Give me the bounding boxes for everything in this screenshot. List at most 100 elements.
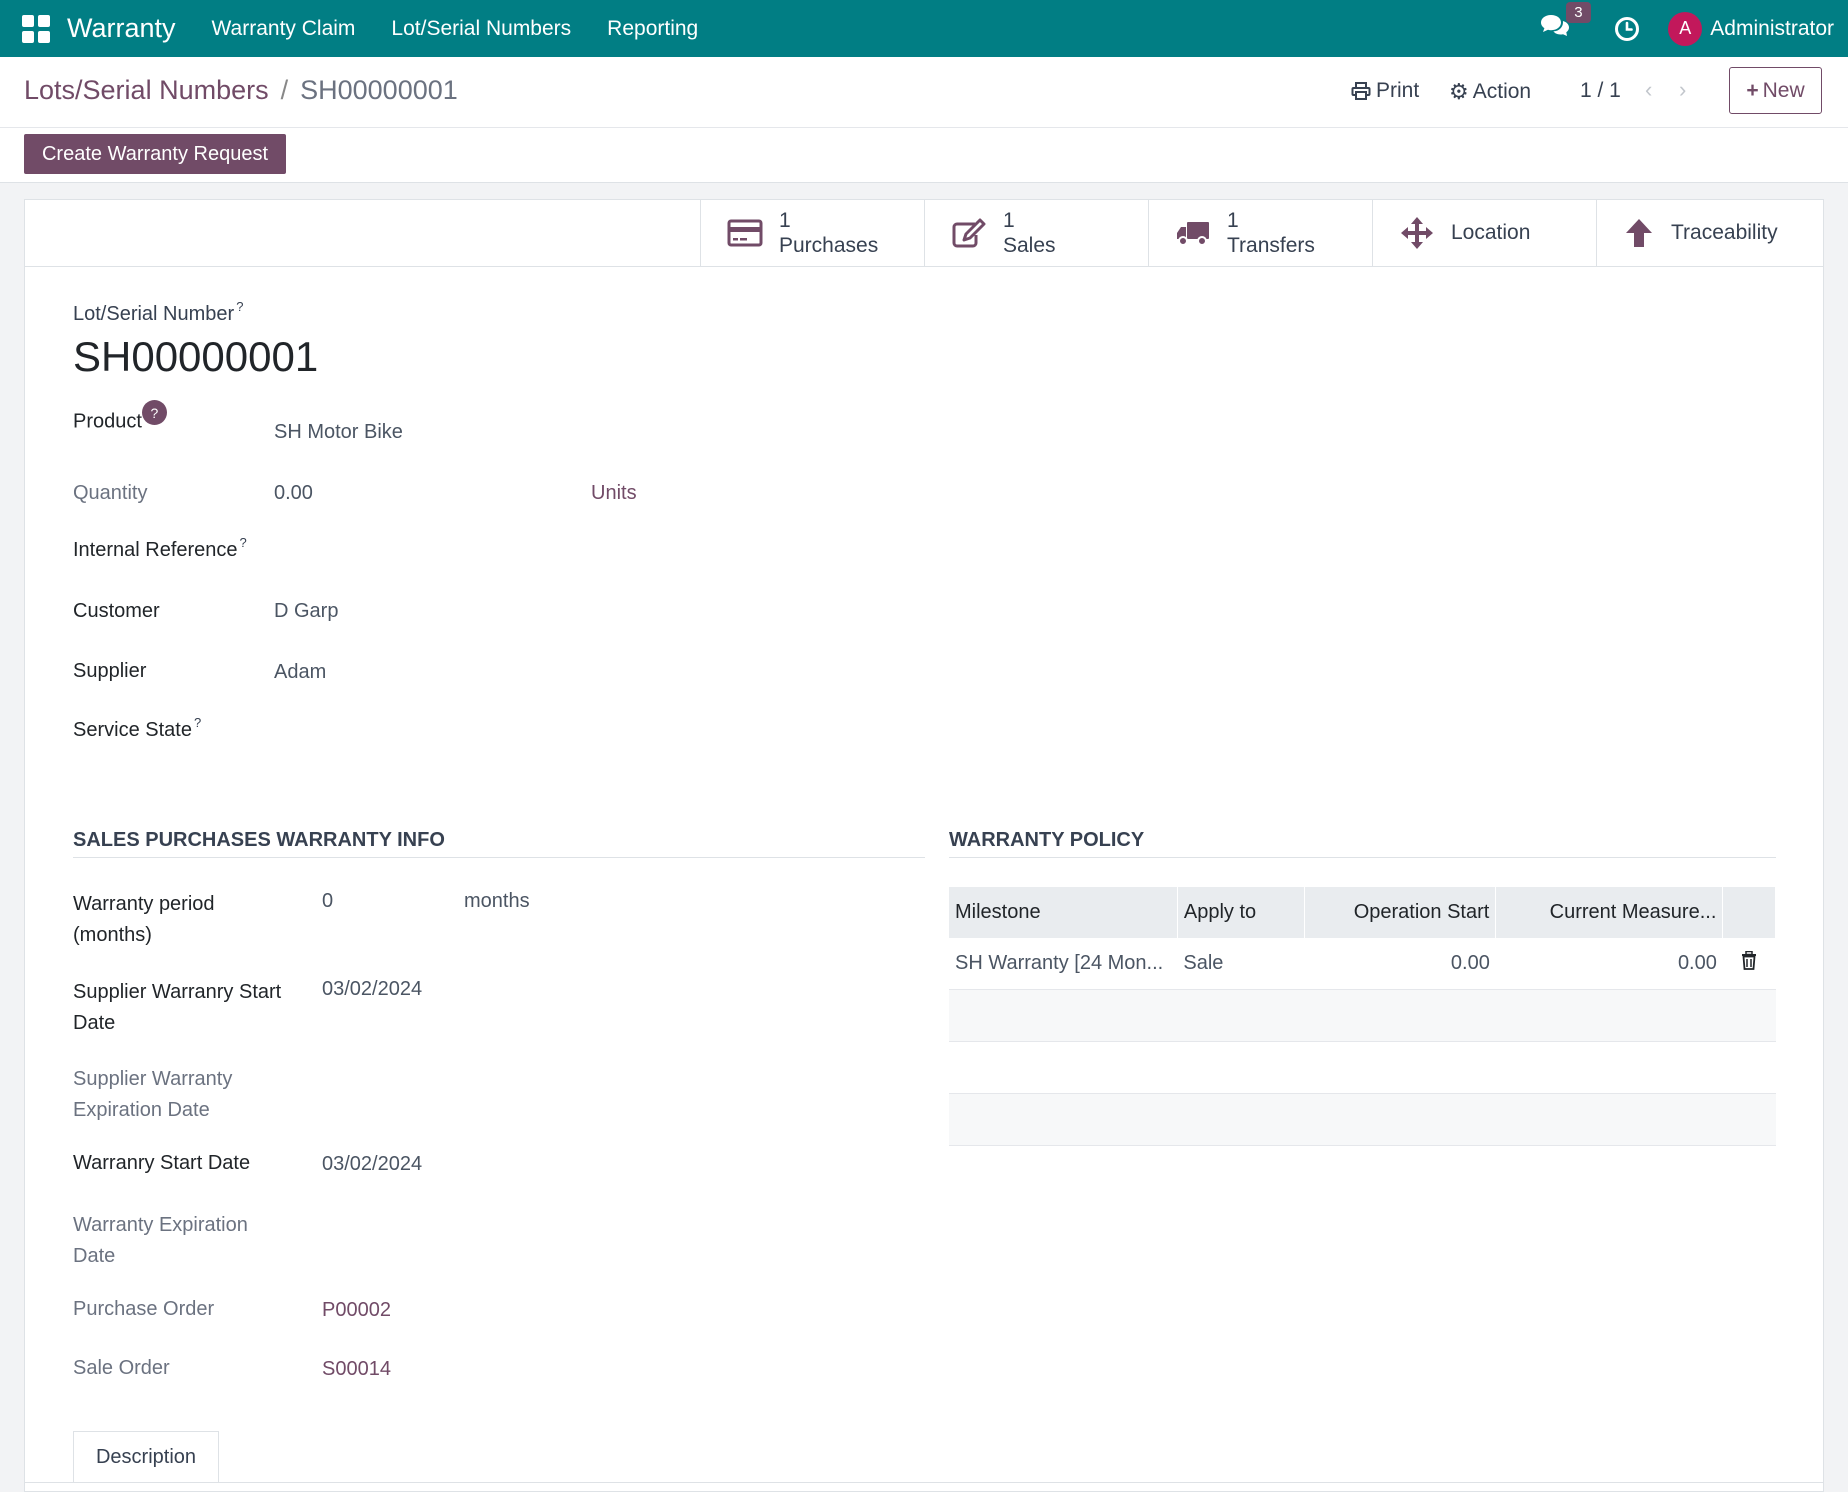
- menu-reporting[interactable]: Reporting: [607, 17, 698, 41]
- sale-order-value[interactable]: S00014: [322, 1358, 391, 1381]
- column-current-measure[interactable]: Current Measure...: [1495, 887, 1724, 938]
- avatar[interactable]: A: [1668, 11, 1703, 46]
- truck-icon: [1177, 222, 1209, 246]
- supplier-warranty-expiration-label: Supplier Warranty Expiration Date: [73, 1068, 233, 1121]
- purchase-order-label: Purchase Order: [73, 1298, 215, 1320]
- supplier-warranty-start-value[interactable]: 03/02/2024: [322, 978, 422, 1001]
- new-label: New: [1762, 78, 1805, 102]
- delete-row-button[interactable]: [1722, 938, 1776, 990]
- warranty-start-value[interactable]: 03/02/2024: [322, 1153, 422, 1176]
- supplier-value[interactable]: Adam: [274, 661, 326, 684]
- app-name[interactable]: Warranty: [67, 13, 176, 44]
- gear-icon: ⚙: [1449, 79, 1469, 104]
- chevron-right-icon[interactable]: ›: [1679, 77, 1686, 103]
- help-tooltip-mark[interactable]: ?: [194, 715, 201, 730]
- table-header-row: Milestone Apply to Operation Start Curre…: [949, 887, 1776, 938]
- printer-icon: [1351, 82, 1371, 100]
- apps-grid-icon[interactable]: [22, 14, 50, 43]
- breadcrumb-current: SH00000001: [300, 75, 458, 105]
- sales-section-title: SALES PURCHASES WARRANTY INFO: [73, 829, 445, 851]
- breadcrumb-separator: /: [280, 75, 289, 105]
- transfers-label: Transfers: [1227, 234, 1315, 257]
- action-button[interactable]: ⚙ Action: [1449, 79, 1531, 105]
- quantity-value: 0.00: [274, 482, 313, 504]
- service-state-label: Service State?: [73, 715, 202, 741]
- form-sheet: 1 Purchases 1 Sales 1 Transfers Location…: [24, 199, 1824, 1492]
- breadcrumb-parent[interactable]: Lots/Serial Numbers: [24, 75, 269, 106]
- milestone-cell[interactable]: SH Warranty [24 Mon...: [949, 938, 1178, 990]
- transfers-smart-button[interactable]: 1 Transfers: [1148, 200, 1372, 266]
- purchases-smart-button[interactable]: 1 Purchases: [700, 200, 924, 266]
- section-divider: [73, 857, 925, 858]
- purchases-label: Purchases: [779, 234, 879, 257]
- traceability-smart-button[interactable]: Traceability: [1596, 200, 1823, 266]
- tab-description[interactable]: Description: [73, 1431, 219, 1483]
- menu-lot-serial-numbers[interactable]: Lot/Serial Numbers: [391, 17, 571, 41]
- lot-serial-label: Lot/Serial Number?: [73, 299, 244, 325]
- trash-icon: [1742, 950, 1757, 970]
- user-name[interactable]: Administrator: [1710, 17, 1834, 41]
- column-apply-to[interactable]: Apply to: [1177, 887, 1305, 938]
- warranty-start-label: Warranry Start Date: [73, 1152, 251, 1174]
- help-tooltip-mark[interactable]: ?: [240, 535, 247, 550]
- tab-divider: [25, 1482, 1823, 1483]
- sale-order-label: Sale Order: [73, 1357, 170, 1379]
- lot-serial-value[interactable]: SH00000001: [73, 333, 318, 381]
- arrows-move-icon: [1401, 217, 1433, 249]
- column-milestone[interactable]: Milestone: [949, 887, 1178, 938]
- edit-icon: [952, 218, 986, 248]
- chevron-left-icon[interactable]: ‹: [1645, 77, 1652, 103]
- operation-start-cell[interactable]: 0.00: [1304, 938, 1496, 990]
- pager-value[interactable]: 1 / 1: [1580, 79, 1621, 103]
- menu-warranty-claim[interactable]: Warranty Claim: [212, 17, 356, 41]
- smart-button-box: 1 Purchases 1 Sales 1 Transfers Location…: [25, 200, 1823, 267]
- quantity-label: Quantity: [73, 482, 148, 504]
- apply-to-cell[interactable]: Sale: [1177, 938, 1305, 990]
- warranty-policy-table: Milestone Apply to Operation Start Curre…: [949, 887, 1776, 1146]
- control-panel: Lots/Serial Numbers / SH00000001 Print ⚙…: [0, 57, 1848, 183]
- section-divider: [949, 857, 1776, 858]
- column-operation-start[interactable]: Operation Start: [1304, 887, 1497, 938]
- message-count-badge: 3: [1566, 1, 1591, 23]
- messages-button[interactable]: 3: [1540, 1, 1591, 46]
- help-icon[interactable]: ?: [141, 400, 167, 425]
- divider: [0, 127, 1848, 128]
- credit-card-icon: [727, 219, 763, 247]
- sales-smart-button[interactable]: 1 Sales: [924, 200, 1148, 266]
- customer-value[interactable]: D Garp: [274, 600, 338, 623]
- supplier-warranty-start-label: Supplier Warranry Start Date: [73, 981, 282, 1034]
- new-button[interactable]: + New: [1729, 67, 1822, 114]
- sales-count: 1: [1003, 209, 1015, 232]
- top-navbar: Warranty Warranty Claim Lot/Serial Numbe…: [0, 0, 1848, 57]
- action-label: Action: [1472, 80, 1532, 103]
- purchase-order-value[interactable]: P00002: [322, 1299, 391, 1322]
- supplier-label: Supplier: [73, 660, 147, 682]
- warranty-period-unit: months: [464, 890, 530, 912]
- warranty-expiration-label: Warranty Expiration Date: [73, 1214, 248, 1267]
- location-smart-button[interactable]: Location: [1372, 200, 1596, 266]
- product-value[interactable]: SH Motor Bike: [274, 421, 403, 444]
- print-button[interactable]: Print: [1351, 79, 1419, 103]
- create-warranty-request-button[interactable]: Create Warranty Request: [24, 134, 286, 174]
- table-row[interactable]: SH Warranty [24 Mon... Sale 0.00 0.00: [949, 938, 1776, 990]
- location-label: Location: [1451, 221, 1531, 244]
- plus-icon: +: [1746, 78, 1759, 102]
- warranty-policy-title: WARRANTY POLICY: [949, 829, 1145, 851]
- breadcrumb: Lots/Serial Numbers / SH00000001: [24, 75, 458, 106]
- empty-row: [949, 1093, 1776, 1146]
- print-label: Print: [1376, 79, 1420, 102]
- column-actions: [1722, 887, 1776, 938]
- traceability-label: Traceability: [1671, 221, 1778, 244]
- transfers-count: 1: [1227, 209, 1239, 232]
- quantity-uom[interactable]: Units: [591, 482, 637, 505]
- empty-row: [949, 989, 1776, 1042]
- customer-label: Customer: [73, 600, 160, 622]
- help-tooltip-mark[interactable]: ?: [236, 299, 243, 314]
- purchases-count: 1: [779, 209, 791, 232]
- sales-label: Sales: [1003, 234, 1056, 257]
- arrow-up-icon: [1626, 219, 1652, 247]
- warranty-period-value[interactable]: 0: [322, 890, 333, 913]
- clock-icon[interactable]: [1614, 16, 1640, 42]
- current-measure-cell[interactable]: 0.00: [1495, 938, 1723, 990]
- warranty-period-label: Warranty period (months): [73, 893, 215, 946]
